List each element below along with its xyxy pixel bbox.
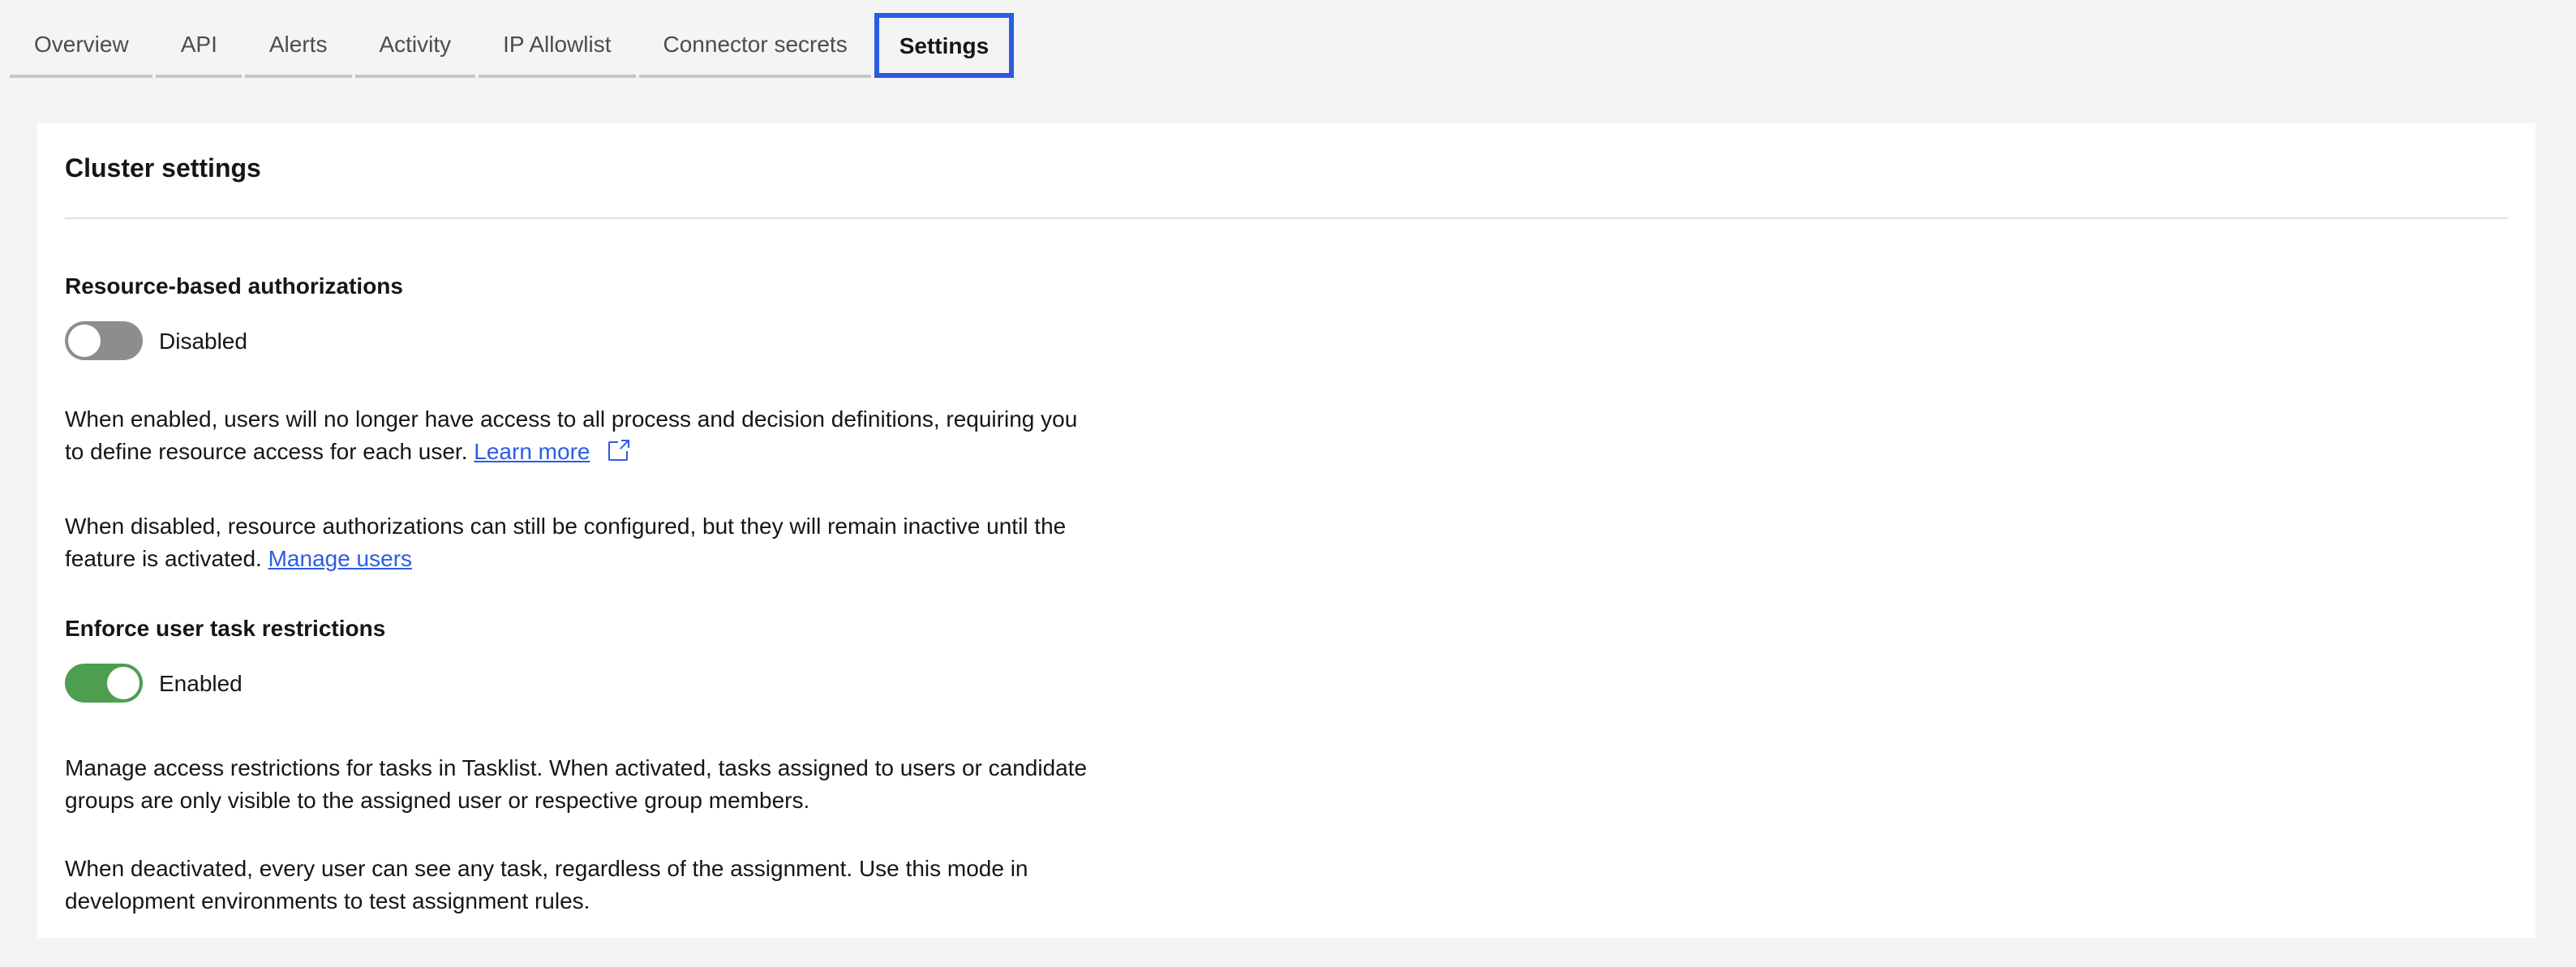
user-task-restrictions-toggle-row: Enabled	[65, 664, 2508, 703]
user-task-restrictions-toggle[interactable]	[65, 664, 143, 703]
divider	[65, 217, 2508, 219]
toggle-state-label: Disabled	[159, 324, 247, 357]
toggle-knob	[107, 667, 140, 699]
tab-api[interactable]: API	[157, 13, 242, 78]
resource-authorizations-description-disabled: When disabled, resource authorizations c…	[65, 509, 2508, 574]
resource-authorizations-description-enabled: When enabled, users will no longer have …	[65, 402, 2508, 467]
task-restrictions-description-activated: Manage access restrictions for tasks in …	[65, 751, 2508, 816]
paragraph-line: feature is activated. Manage users	[65, 542, 2508, 574]
cluster-settings-card: Cluster settings Resource-based authoriz…	[37, 123, 2535, 938]
paragraph-line: to define resource access for each user.…	[65, 435, 2508, 467]
learn-more-link[interactable]: Learn more	[474, 438, 590, 464]
toggle-state-label: Enabled	[159, 667, 243, 699]
paragraph-text: feature is activated.	[65, 545, 262, 571]
section-label-user-task-restrictions: Enforce user task restrictions	[65, 613, 2508, 643]
launch-icon[interactable]	[604, 438, 630, 464]
tab-settings[interactable]: Settings	[875, 13, 1013, 78]
paragraph-line: development environments to test assignm…	[65, 884, 2508, 917]
page-title: Cluster settings	[65, 153, 2508, 188]
tab-activity[interactable]: Activity	[354, 13, 475, 78]
tab-bar: Overview API Alerts Activity IP Allowlis…	[0, 0, 2576, 78]
resource-authorizations-toggle[interactable]	[65, 321, 143, 360]
tab-connector-secrets[interactable]: Connector secrets	[639, 13, 872, 78]
tab-overview[interactable]: Overview	[10, 13, 153, 78]
task-restrictions-description-deactivated: When deactivated, every user can see any…	[65, 852, 2508, 917]
toggle-knob	[68, 324, 101, 357]
paragraph-line: groups are only visible to the assigned …	[65, 784, 2508, 816]
manage-users-link[interactable]: Manage users	[268, 545, 412, 571]
section-label-resource-authorizations: Resource-based authorizations	[65, 271, 2508, 300]
paragraph-line: When deactivated, every user can see any…	[65, 852, 2508, 884]
paragraph-line: When disabled, resource authorizations c…	[65, 509, 2508, 542]
paragraph-line: Manage access restrictions for tasks in …	[65, 751, 2508, 784]
paragraph-line: When enabled, users will no longer have …	[65, 402, 2508, 435]
resource-authorizations-toggle-row: Disabled	[65, 321, 2508, 360]
tab-ip-allowlist[interactable]: IP Allowlist	[479, 13, 635, 78]
tab-alerts[interactable]: Alerts	[245, 13, 352, 78]
paragraph-text: to define resource access for each user.	[65, 438, 468, 464]
cluster-settings-page: Overview API Alerts Activity IP Allowlis…	[0, 0, 2576, 967]
